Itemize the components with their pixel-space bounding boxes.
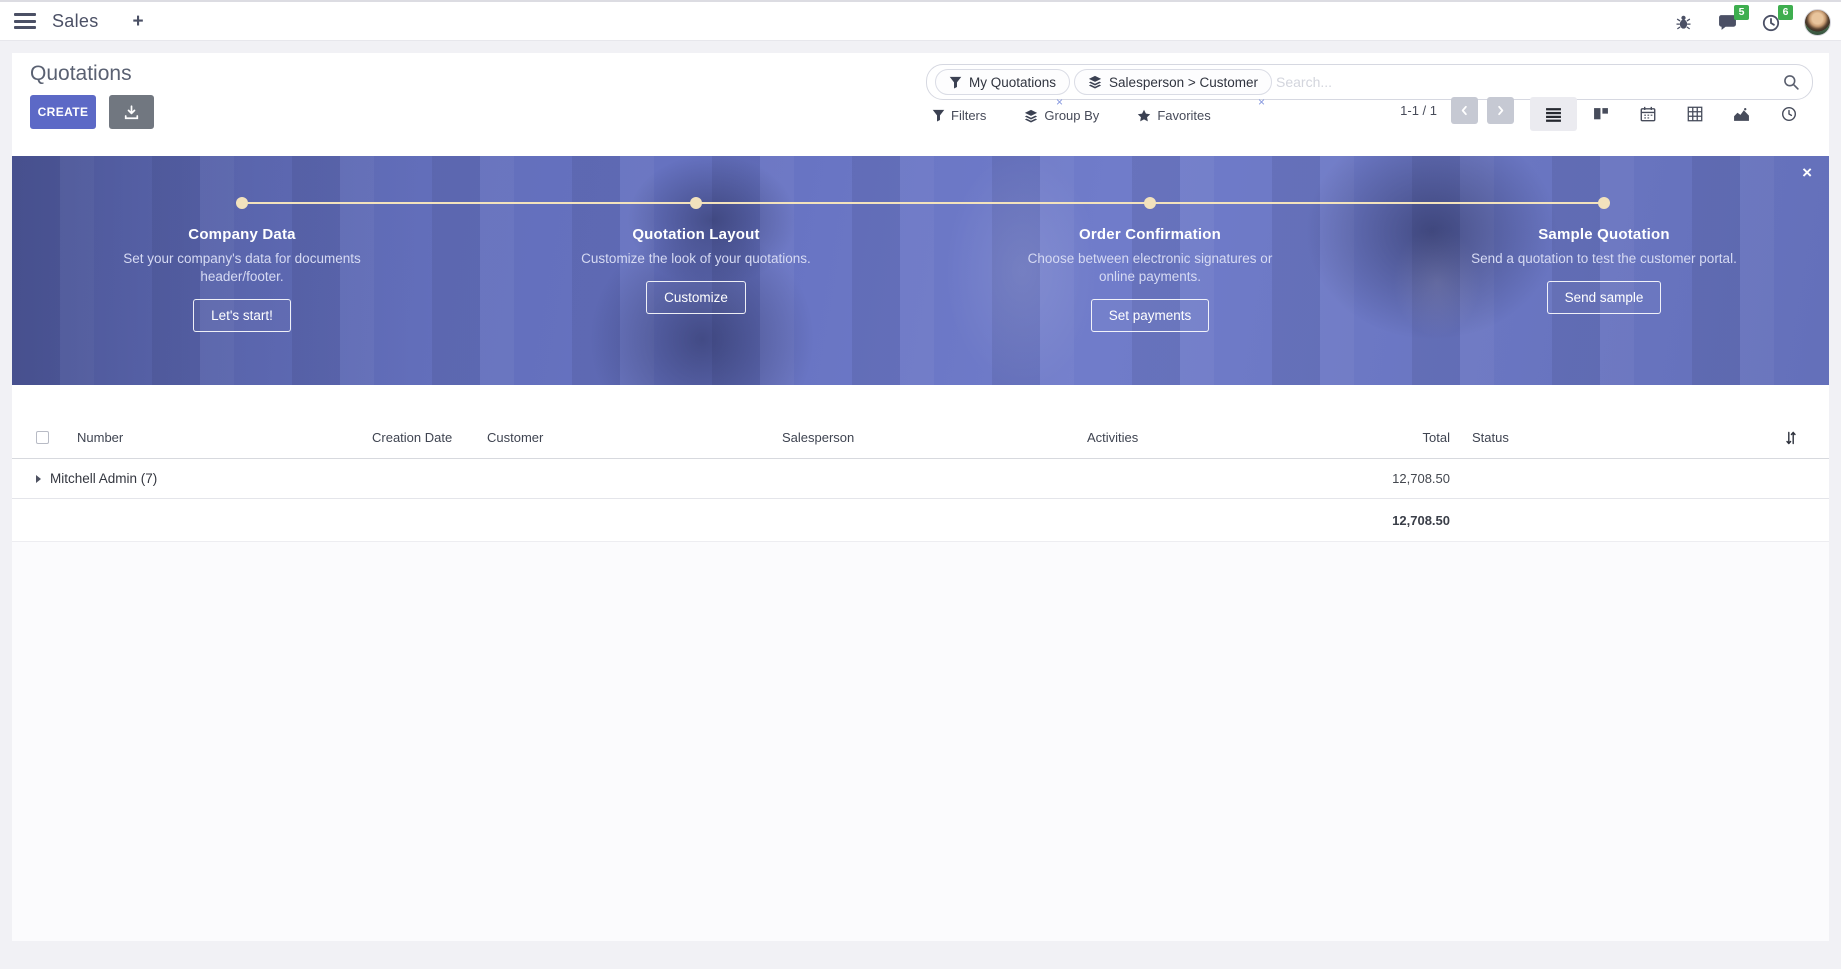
- activities-count-badge: 6: [1778, 5, 1793, 21]
- quotations-list: Number Creation Date Customer Salesperso…: [12, 417, 1829, 542]
- column-header-activities[interactable]: Activities: [1075, 430, 1372, 445]
- pager: 1-1 / 1: [1400, 97, 1514, 124]
- page: Sales + 5 6 Quotations CREATE: [0, 0, 1841, 969]
- list-header-row: Number Creation Date Customer Salesperso…: [12, 417, 1829, 459]
- apps-menu-icon[interactable]: [14, 13, 36, 29]
- lets-start-button[interactable]: Let's start!: [193, 299, 291, 332]
- pager-range: 1-1 / 1: [1400, 103, 1437, 118]
- column-header-number[interactable]: Number: [65, 430, 360, 445]
- menu-label: Favorites: [1157, 108, 1210, 123]
- menu-label: Group By: [1044, 108, 1099, 123]
- create-button[interactable]: CREATE: [30, 95, 96, 129]
- layers-icon: [1088, 75, 1102, 89]
- debug-bug-icon[interactable]: [1672, 12, 1694, 34]
- onboarding-banner: × Company Data Set your company's data f…: [12, 156, 1829, 385]
- onboarding-step-company-data: Company Data Set your company's data for…: [92, 156, 392, 332]
- group-expand-caret-icon[interactable]: [36, 475, 41, 483]
- menu-label: Filters: [951, 108, 986, 123]
- search-icon[interactable]: [1783, 74, 1800, 91]
- column-header-status[interactable]: Status: [1460, 430, 1770, 445]
- column-header-creation-date[interactable]: Creation Date: [360, 430, 475, 445]
- onboarding-step-quotation-layout: Quotation Layout Customize the look of y…: [546, 156, 846, 314]
- step-description: Send a quotation to test the customer po…: [1468, 250, 1740, 268]
- app-name[interactable]: Sales: [52, 11, 99, 32]
- user-avatar[interactable]: [1804, 9, 1831, 36]
- search-input[interactable]: [1276, 74, 1783, 90]
- column-header-total[interactable]: Total: [1372, 430, 1460, 445]
- column-header-customer[interactable]: Customer: [475, 430, 770, 445]
- export-button[interactable]: [109, 95, 154, 129]
- favorites-menu[interactable]: Favorites: [1137, 108, 1210, 123]
- facet-label: Salesperson > Customer: [1109, 75, 1258, 90]
- pivot-view-icon[interactable]: [1671, 97, 1718, 131]
- star-icon: [1137, 109, 1151, 123]
- set-payments-button[interactable]: Set payments: [1091, 299, 1210, 332]
- filter-icon: [949, 76, 962, 89]
- onboarding-progress-line: [242, 202, 1604, 204]
- step-dot: [236, 197, 248, 209]
- facet-remove-icon[interactable]: ×: [1258, 96, 1265, 108]
- activities-clock-icon[interactable]: 6: [1760, 12, 1782, 34]
- activity-view-icon[interactable]: [1765, 97, 1812, 131]
- groupby-menu[interactable]: Group By: [1024, 108, 1099, 123]
- pager-previous-button[interactable]: [1451, 97, 1478, 124]
- page-title: Quotations: [30, 62, 132, 86]
- step-title: Quotation Layout: [546, 226, 846, 243]
- messages-count-badge: 5: [1734, 5, 1749, 21]
- step-dot: [1598, 197, 1610, 209]
- banner-close-icon[interactable]: ×: [1802, 164, 1812, 181]
- download-icon: [124, 105, 139, 120]
- layers-icon: [1024, 109, 1038, 123]
- facet-label: My Quotations: [969, 75, 1056, 90]
- filters-menu[interactable]: Filters: [932, 108, 986, 123]
- customize-button[interactable]: Customize: [646, 281, 746, 314]
- step-title: Order Confirmation: [1000, 226, 1300, 243]
- list-footer-row: 12,708.50: [12, 499, 1829, 542]
- search-facet-my-quotations[interactable]: My Quotations ×: [935, 69, 1070, 95]
- list-view-icon[interactable]: [1530, 97, 1577, 131]
- onboarding-step-order-confirmation: Order Confirmation Choose between electr…: [1000, 156, 1300, 332]
- optional-columns-icon[interactable]: [1770, 431, 1829, 445]
- step-dot: [1144, 197, 1156, 209]
- search-facet-groupby[interactable]: Salesperson > Customer ×: [1074, 69, 1272, 95]
- main-panel: Quotations CREATE My Quotations ×: [12, 53, 1829, 941]
- select-all-checkbox[interactable]: [36, 431, 49, 444]
- column-header-salesperson[interactable]: Salesperson: [770, 430, 1075, 445]
- view-switcher: [1530, 97, 1812, 131]
- graph-view-icon[interactable]: [1718, 97, 1765, 131]
- pager-next-button[interactable]: [1487, 97, 1514, 124]
- plus-icon[interactable]: +: [133, 12, 144, 31]
- step-description: Customize the look of your quotations.: [560, 250, 832, 268]
- step-description: Choose between electronic signatures or …: [1014, 250, 1286, 286]
- facet-remove-icon[interactable]: ×: [1056, 96, 1063, 108]
- group-row-mitchell-admin[interactable]: Mitchell Admin (7) 12,708.50: [12, 459, 1829, 499]
- send-sample-button[interactable]: Send sample: [1547, 281, 1662, 314]
- search-bar[interactable]: My Quotations × Salesperson > Customer ×: [926, 64, 1813, 100]
- step-title: Sample Quotation: [1454, 226, 1754, 243]
- empty-area: [12, 542, 1829, 941]
- group-total: 12,708.50: [1372, 471, 1460, 486]
- onboarding-step-sample-quotation: Sample Quotation Send a quotation to tes…: [1454, 156, 1754, 314]
- search-menus: Filters Group By Favorites: [932, 108, 1211, 123]
- messages-icon[interactable]: 5: [1716, 12, 1738, 34]
- kanban-view-icon[interactable]: [1577, 97, 1624, 131]
- step-title: Company Data: [92, 226, 392, 243]
- group-label: Mitchell Admin (7): [50, 471, 157, 486]
- step-description: Set your company's data for documents he…: [106, 250, 378, 286]
- calendar-view-icon[interactable]: [1624, 97, 1671, 131]
- step-dot: [690, 197, 702, 209]
- footer-total: 12,708.50: [1372, 513, 1460, 528]
- filter-icon: [932, 109, 945, 122]
- top-navbar: Sales + 5 6: [0, 0, 1841, 41]
- control-panel: Quotations CREATE My Quotations ×: [12, 53, 1829, 156]
